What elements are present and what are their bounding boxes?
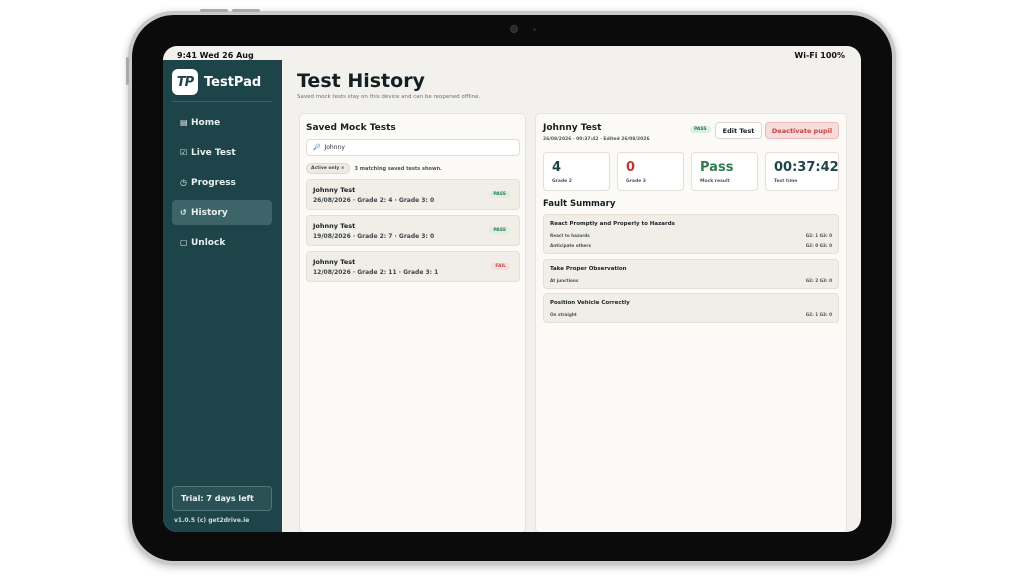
- status-badge: PASS: [489, 191, 510, 198]
- brand[interactable]: TP TestPad: [172, 69, 261, 95]
- test-name: Johnny Test: [313, 222, 356, 230]
- saved-tests-panel: Saved Mock Tests 🔎 Johnny Active only × …: [299, 113, 526, 532]
- test-meta: 12/08/2026 · Grade 2: 11 · Grade 3: 1: [313, 269, 439, 276]
- app-logo: TP: [172, 69, 198, 95]
- home-icon: ▤: [180, 118, 188, 127]
- stat-value: Pass: [700, 160, 734, 175]
- fault-category: Position Vehicle Correctly: [550, 300, 630, 306]
- stat-label: Test time: [774, 179, 798, 184]
- sidebar-item-label: Progress: [191, 177, 236, 188]
- fault-row: At junctions G2: 2 G3: 0: [550, 278, 832, 286]
- fault-label: On straight: [550, 312, 577, 317]
- fault-values: G2: 1 G3: 0: [805, 312, 832, 317]
- fault-summary-title: Fault Summary: [543, 199, 616, 209]
- fault-label: React to hazards: [550, 233, 590, 238]
- fault-label: Anticipate others: [550, 243, 591, 248]
- status-badge: FAIL: [491, 263, 510, 270]
- status-time: 9:41 Wed 26 Aug: [177, 51, 254, 60]
- sidebar-item-label: Live Test: [191, 147, 236, 158]
- search-value: Johnny: [324, 144, 345, 151]
- active-only-chip[interactable]: Active only ×: [306, 163, 350, 174]
- list-item[interactable]: Johnny Test 26/08/2026 · Grade 2: 4 · Gr…: [306, 179, 520, 210]
- checkbox-icon: ☑: [180, 148, 188, 157]
- clock-icon: ◷: [180, 178, 187, 187]
- fault-card: React Promptly and Properly to Hazards R…: [543, 214, 839, 254]
- list-item[interactable]: Johnny Test 19/08/2026 · Grade 2: 7 · Gr…: [306, 215, 520, 246]
- fault-card: Position Vehicle Correctly On straight G…: [543, 293, 839, 323]
- test-name: Johnny Test: [313, 186, 356, 194]
- stat-value: 4: [552, 160, 562, 175]
- sidebar-item-label: History: [191, 207, 228, 218]
- unlock-icon: ▢: [180, 238, 188, 247]
- test-detail-panel: Johnny Test 26/08/2026 · 00:37:42 · Edit…: [535, 113, 847, 532]
- stat-label: Grade 2: [552, 179, 572, 184]
- list-item[interactable]: Johnny Test 12/08/2026 · Grade 2: 11 · G…: [306, 251, 520, 282]
- status-badge: PASS: [690, 126, 711, 133]
- sidebar-item-progress[interactable]: ◷ Progress: [172, 170, 272, 195]
- stat-value: 0: [626, 160, 636, 175]
- screen: 9:41 Wed 26 Aug Wi-Fi 100% TP TestPad ▤ …: [163, 46, 861, 532]
- side-button: [126, 57, 129, 85]
- fault-row: React to hazards G2: 1 G3: 0: [550, 233, 832, 241]
- search-input[interactable]: 🔎 Johnny: [306, 139, 520, 156]
- sidebar-nav: ▤ Home ☑ Live Test ◷ Progress ↺ History …: [172, 110, 272, 260]
- fault-values: G2: 2 G3: 0: [805, 278, 832, 283]
- sidebar-item-unlock[interactable]: ▢ Unlock: [172, 230, 272, 255]
- sidebar-item-label: Unlock: [191, 237, 226, 248]
- sensor-icon: [533, 28, 536, 31]
- edit-test-button[interactable]: Edit Test: [715, 122, 762, 139]
- divider: [172, 101, 272, 102]
- app-name: TestPad: [204, 74, 262, 90]
- test-name: Johnny Test: [313, 258, 356, 266]
- search-icon: 🔎: [313, 144, 321, 151]
- fault-row: On straight G2: 1 G3: 0: [550, 312, 832, 320]
- stat-card: Pass Mock result: [691, 152, 758, 191]
- stat-label: Mock result: [700, 179, 730, 184]
- version-text: v1.0.5 (c) get2drive.ie: [174, 517, 250, 524]
- history-icon: ↺: [180, 208, 187, 217]
- trial-button[interactable]: Trial: 7 days left: [172, 486, 272, 511]
- sidebar-item-label: Home: [191, 117, 221, 128]
- test-meta: 19/08/2026 · Grade 2: 7 · Grade 3: 0: [313, 233, 435, 240]
- status-badge: PASS: [489, 227, 510, 234]
- top-button: [200, 9, 228, 12]
- deactivate-pupil-button[interactable]: Deactivate pupil: [765, 122, 839, 139]
- fault-category: Take Proper Observation: [550, 266, 627, 272]
- panel-title: Saved Mock Tests: [306, 123, 396, 133]
- fault-label: At junctions: [550, 278, 579, 283]
- sidebar-item-history[interactable]: ↺ History: [172, 200, 272, 225]
- stat-card: 4 Grade 2: [543, 152, 610, 191]
- fault-values: G2: 1 G3: 0: [805, 233, 832, 238]
- page-subtitle: Saved mock tests stay on this device and…: [297, 94, 481, 100]
- page-title: Test History: [297, 70, 425, 92]
- fault-row: Anticipate others G2: 0 G3: 0: [550, 243, 832, 251]
- stat-label: Grade 3: [626, 179, 646, 184]
- test-meta: 26/08/2026 · 00:37:42 · Edited 26/08/202…: [543, 137, 650, 142]
- filter-row: Active only × 3 matching saved tests sho…: [306, 163, 442, 174]
- status-indicators: Wi-Fi 100%: [794, 51, 845, 60]
- top-button: [232, 9, 260, 12]
- fault-card: Take Proper Observation At junctions G2:…: [543, 259, 839, 289]
- test-meta: 26/08/2026 · Grade 2: 4 · Grade 3: 0: [313, 197, 435, 204]
- fault-values: G2: 0 G3: 0: [805, 243, 832, 248]
- sidebar-item-home[interactable]: ▤ Home: [172, 110, 272, 135]
- sidebar-item-live-test[interactable]: ☑ Live Test: [172, 140, 272, 165]
- status-bar: 9:41 Wed 26 Aug Wi-Fi 100%: [163, 46, 861, 60]
- stat-value: 00:37:42: [774, 160, 839, 175]
- sidebar: TP TestPad ▤ Home ☑ Live Test ◷ Progress…: [163, 60, 282, 532]
- fault-category: React Promptly and Properly to Hazards: [550, 221, 675, 227]
- stat-card: 0 Grade 3: [617, 152, 684, 191]
- stat-card: 00:37:42 Test time: [765, 152, 839, 191]
- pupil-name: Johnny Test: [543, 123, 602, 133]
- camera-icon: [510, 25, 518, 33]
- result-count: 3 matching saved tests shown.: [354, 165, 443, 172]
